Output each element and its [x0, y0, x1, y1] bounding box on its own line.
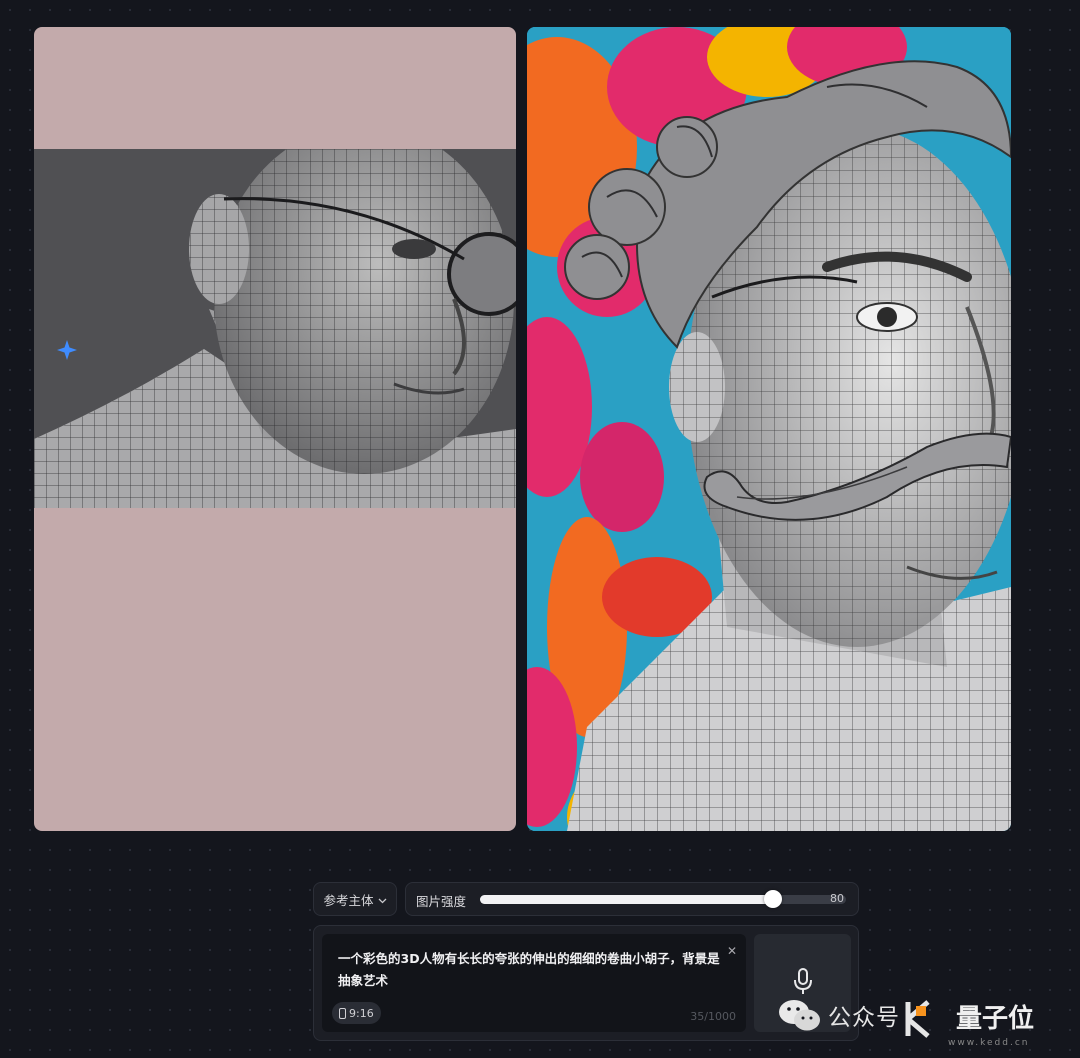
- image-strength-label: 图片强度: [416, 894, 467, 909]
- watermark-site: www.kedd.cn: [948, 1038, 1030, 1048]
- prompt-input[interactable]: 一个彩色的3D人物有长长的夸张的伸出的细细的卷曲小胡子，背景是抽象艺术 ✕ 9:…: [322, 934, 746, 1032]
- aspect-ratio-button[interactable]: 9:16: [332, 1002, 381, 1024]
- reference-image: [34, 149, 516, 508]
- aspect-ratio-label: 9:16: [349, 1006, 374, 1020]
- reference-subject-label: 参考主体: [323, 892, 374, 908]
- close-icon[interactable]: ✕: [727, 944, 737, 958]
- reference-portrait-illustration: [34, 149, 516, 508]
- watermark-logo: [904, 1000, 952, 1042]
- slider-fill: [480, 895, 773, 904]
- slider-thumb[interactable]: [763, 890, 782, 908]
- chevron-down-icon: [378, 892, 387, 907]
- watermark-text-secondary: 量子位: [956, 1004, 1035, 1034]
- reference-subject-dropdown[interactable]: 参考主体: [313, 882, 397, 916]
- generated-image[interactable]: [527, 27, 1011, 831]
- phone-icon: [339, 1007, 346, 1019]
- image-strength-slider[interactable]: [480, 890, 846, 908]
- watermark-text-primary: 公众号: [828, 1005, 900, 1031]
- generated-portrait-illustration: [527, 27, 1011, 831]
- image-strength-value: 80: [830, 892, 844, 905]
- wechat-icon: [778, 998, 822, 1038]
- image-strength-control: 图片强度 80: [405, 882, 859, 916]
- sparkle-icon: [56, 339, 78, 361]
- character-count: 35/1000: [690, 1010, 736, 1023]
- prompt-text[interactable]: 一个彩色的3D人物有长长的夸张的伸出的细细的卷曲小胡子，背景是抽象艺术: [338, 948, 728, 992]
- watermark: 公众号 量子位 www.kedd.cn: [778, 996, 1080, 1058]
- reference-image-panel: [34, 27, 516, 831]
